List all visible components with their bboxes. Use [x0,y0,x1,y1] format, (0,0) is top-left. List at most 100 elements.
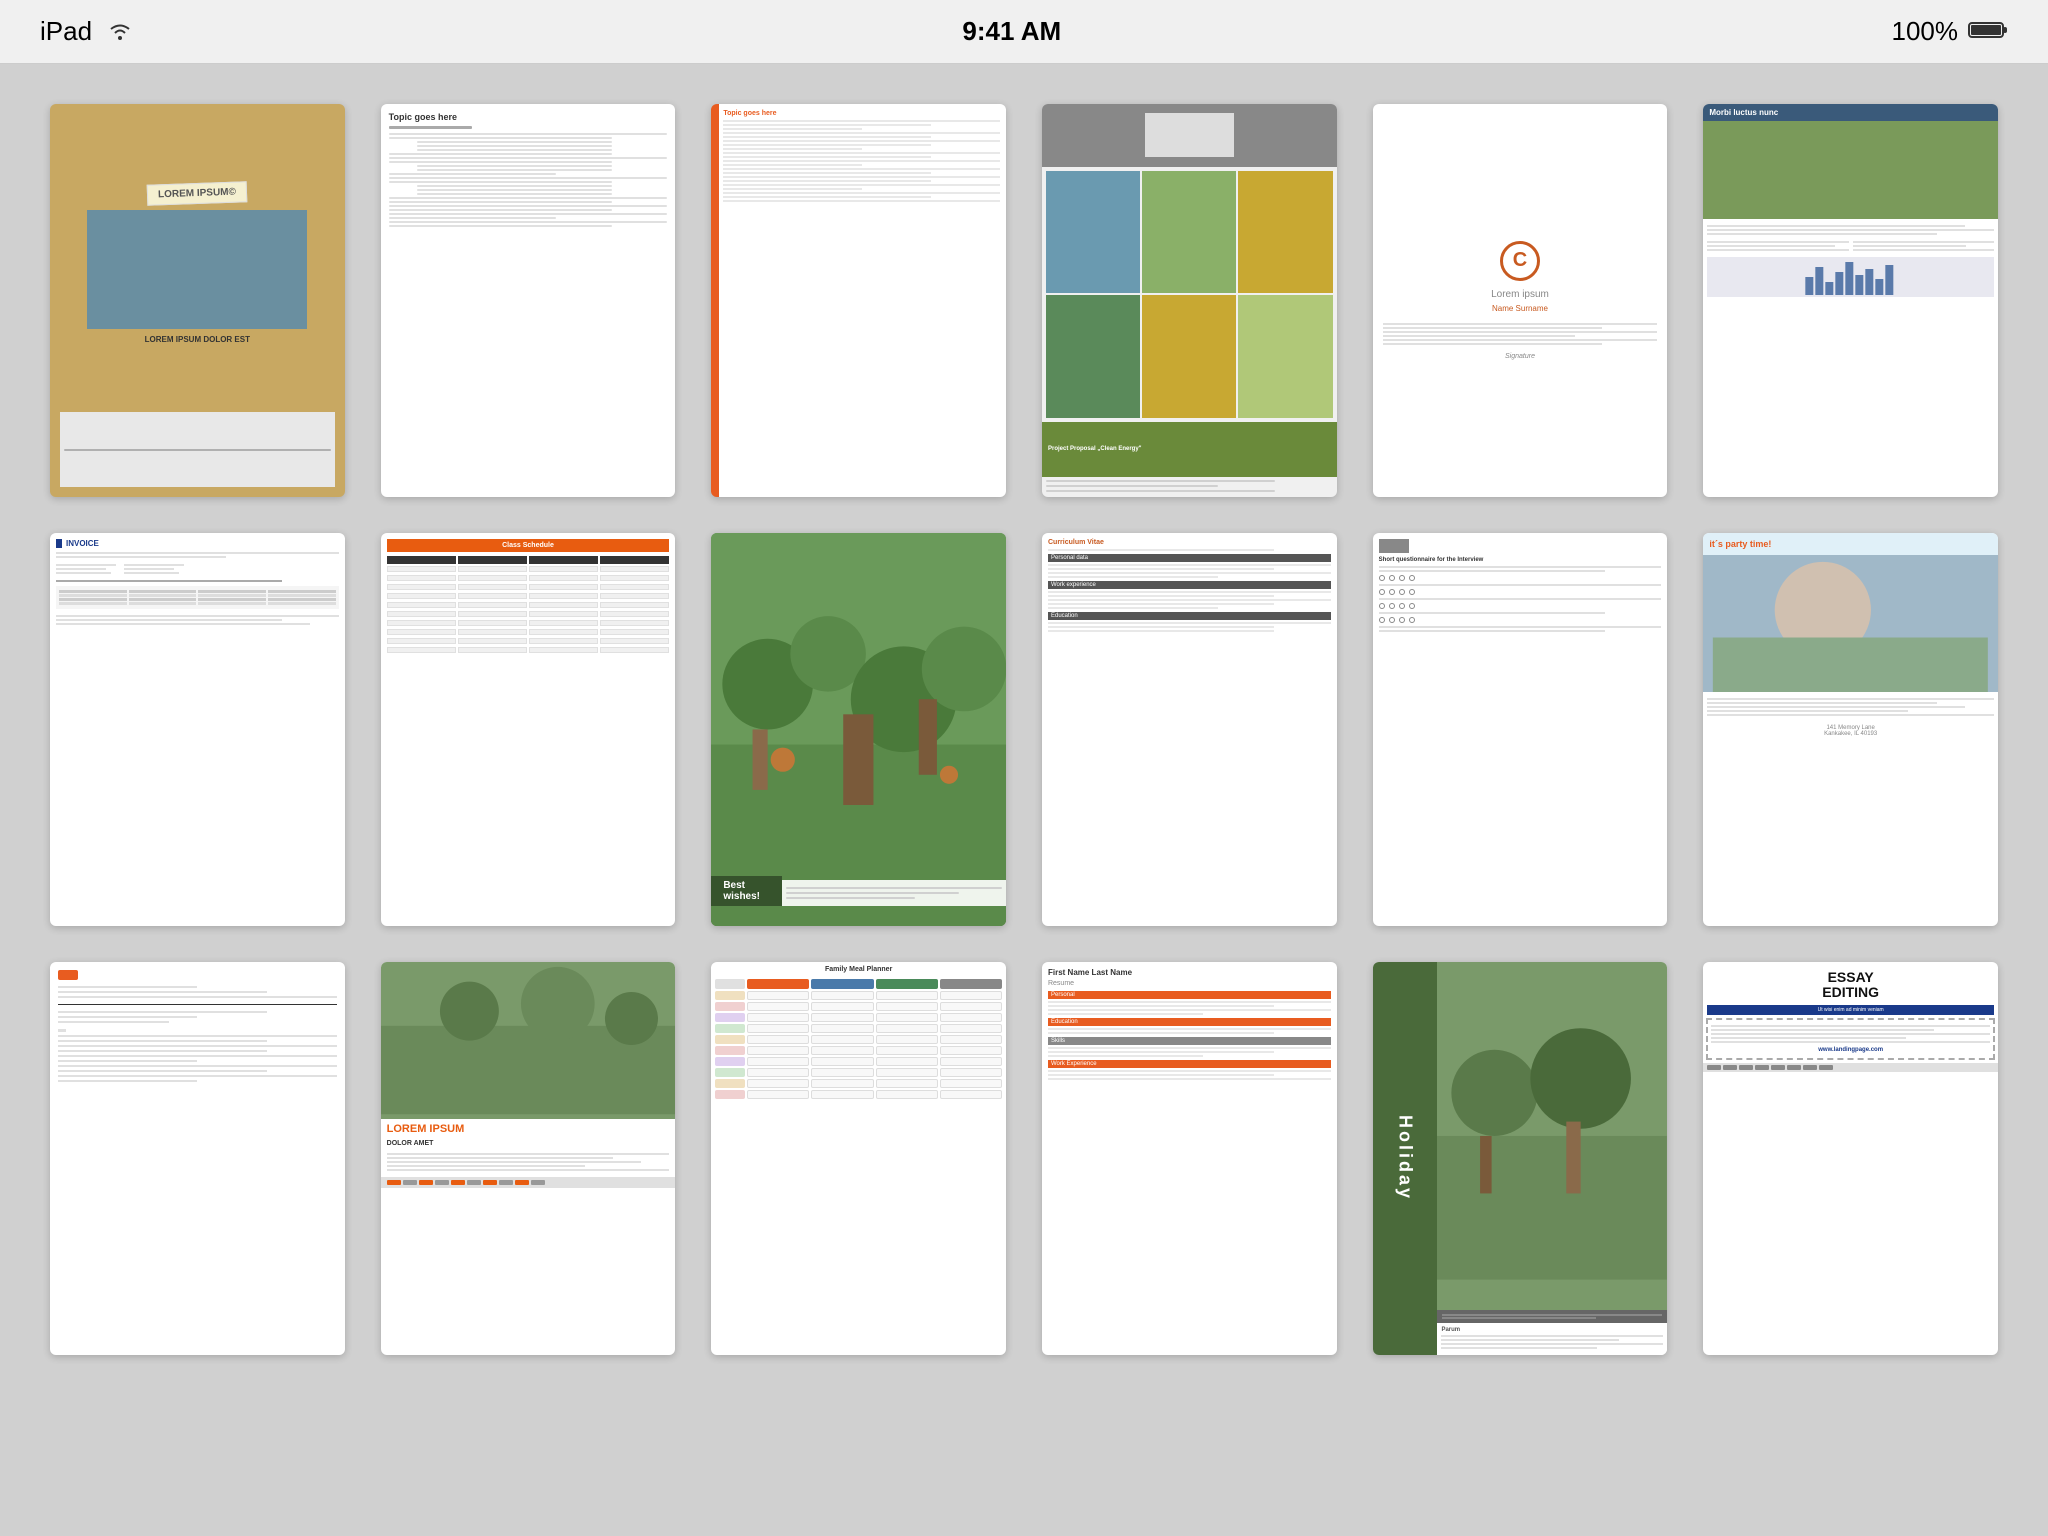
outline-line [389,133,668,135]
party-address: 141 Memory LaneKankakee, IL 40193 [1703,722,1998,740]
doc-questionnaire[interactable]: Short questionnaire for the Interview [1373,533,1668,926]
bottom-strip [60,412,335,487]
device-label: iPad [40,16,92,47]
letter-logo [58,970,78,980]
proposal-title: Project Proposal „Clean Energy" [1048,446,1142,452]
doc-project-proposal[interactable]: Project Proposal „Clean Energy" [1042,104,1337,497]
proposal-subtext [1042,477,1337,497]
status-bar: iPad 9:41 AM 100% [0,0,2048,64]
party-header: it´s party time! [1703,533,1998,555]
resume-name: First Name Last Name [1048,968,1331,977]
doc-essay-editing[interactable]: ESSAYEDITING Ut wisi enim ad minim venia… [1703,962,1998,1355]
doc-invoice[interactable]: INVOICE [50,533,345,926]
holiday-parum: Parum [1441,1327,1663,1333]
resume-section-personal: Personal [1048,991,1331,999]
schedule-rows [387,566,670,653]
status-left: iPad [40,16,132,47]
quest-logo [1379,539,1409,553]
flyer-title: LOREM IPSUM [381,1119,676,1140]
doc-resume[interactable]: First Name Last Name Resume Personal Edu… [1042,962,1337,1355]
doc-cv[interactable]: Curriculum Vitae Personal data Work expe… [1042,533,1337,926]
cv-section-work: Work experience [1048,581,1331,589]
flyer-body [381,1147,676,1177]
party-photo [1703,555,1998,693]
doc-outline[interactable]: Topic goes here [381,104,676,497]
letter-divider [58,1004,337,1005]
doc-orange-report[interactable]: Topic goes here [711,104,1006,497]
holiday-content: Parum [1437,962,1667,1355]
doc-meal-planner[interactable]: Family Meal Planner [711,962,1006,1355]
resume-section-education: Education [1048,1018,1331,1026]
essay-banner: Ut wisi enim ad minim veniam [1707,1005,1994,1015]
business-name: Lorem ipsum [1491,289,1549,300]
main-content: LOREM IPSUM© LOREM IPSUM DOLOR EST Topic… [0,64,2048,1536]
logo-circle: C [1500,241,1540,281]
newsletter-photo [1703,121,1998,219]
holiday-sidebar: Holiday [1373,962,1438,1355]
signature: Signature [1505,353,1535,360]
flyer-footer [381,1177,676,1188]
doc-business-card[interactable]: C Lorem ipsum Name Surname Signature [1373,104,1668,497]
holiday-footer-text: Parum [1437,1323,1667,1355]
cv-name: Curriculum Vitae [1048,539,1331,546]
schedule-header [387,556,670,564]
business-subtitle: Name Surname [1492,304,1548,313]
report-title: Topic goes here [723,110,1000,117]
doc-class-schedule[interactable]: Class Schedule [381,533,676,926]
essay-title: ESSAYEDITING [1703,962,1998,1003]
doc-letter[interactable] [50,962,345,1355]
invoice-header: INVOICE [56,539,339,548]
radio-row [1379,575,1662,581]
doc-newsletter[interactable]: Morbi luctus nunc [1703,104,1998,497]
garden-background [711,533,1006,926]
cv-section-personal: Personal data [1048,554,1331,562]
logo [1145,113,1233,157]
doc-cork-board[interactable]: LOREM IPSUM© LOREM IPSUM DOLOR EST [50,104,345,497]
newsletter-header: Morbi luctus nunc [1703,104,1998,121]
essay-banner-text: Ut wisi enim ad minim veniam [1711,1007,1990,1013]
resume-label: Resume [1048,980,1331,987]
body-lines [1383,321,1658,347]
photo-area [87,210,307,329]
note-tag: LOREM IPSUM© [147,181,248,205]
doc-holiday[interactable]: Holiday P [1373,962,1668,1355]
battery-percent: 100% [1892,16,1959,47]
time-display: 9:41 AM [962,16,1061,47]
holiday-banner [1437,1310,1667,1323]
resume-section-skills: Skills [1048,1037,1331,1045]
invoice-title: INVOICE [66,539,339,548]
schedule-title: Class Schedule [387,539,670,552]
newsletter-content [1703,219,1998,301]
flyer-subtitle: DOLOR AMET [381,1140,676,1147]
proposal-header [1042,104,1337,167]
cv-section-education: Education [1048,612,1331,620]
photos-grid [1042,167,1337,422]
doc-title: LOREM IPSUM DOLOR EST [145,335,250,344]
status-right: 100% [1892,16,2009,47]
topic-title: Topic goes here [389,112,668,122]
proposal-footer: Project Proposal „Clean Energy" [1042,422,1337,477]
newsletter-title: Morbi luctus nunc [1709,108,1992,117]
holiday-title: Holiday [1395,1115,1416,1201]
resume-section-work: Work Experience [1048,1060,1331,1068]
doc-greeting-card[interactable]: Best wishes! [711,533,1006,926]
essay-url-box: www.landingpage.com [1706,1018,1995,1060]
document-grid: LOREM IPSUM© LOREM IPSUM DOLOR EST Topic… [50,104,1998,1355]
chart-area [1707,257,1994,297]
meal-planner-title: Family Meal Planner [711,962,1006,975]
doc-flyer[interactable]: LOREM IPSUM DOLOR AMET [381,962,676,1355]
holiday-photo [1437,962,1667,1310]
doc-party-invite[interactable]: it´s party time! 141 Memory LaneKankakee… [1703,533,1998,926]
quest-title: Short questionnaire for the Interview [1379,557,1662,563]
battery-icon [1968,16,2008,47]
wish-text: Best wishes! [711,876,781,906]
essay-url: www.landingpage.com [1711,1045,1990,1055]
report-line [723,120,1000,122]
flyer-photo [381,962,676,1119]
letter-line [58,986,197,988]
cv-line [1048,549,1274,551]
logo-letter: C [1513,249,1527,272]
party-title: it´s party time! [1709,539,1992,549]
essay-footer [1703,1063,1998,1072]
invoice-table [56,586,339,609]
